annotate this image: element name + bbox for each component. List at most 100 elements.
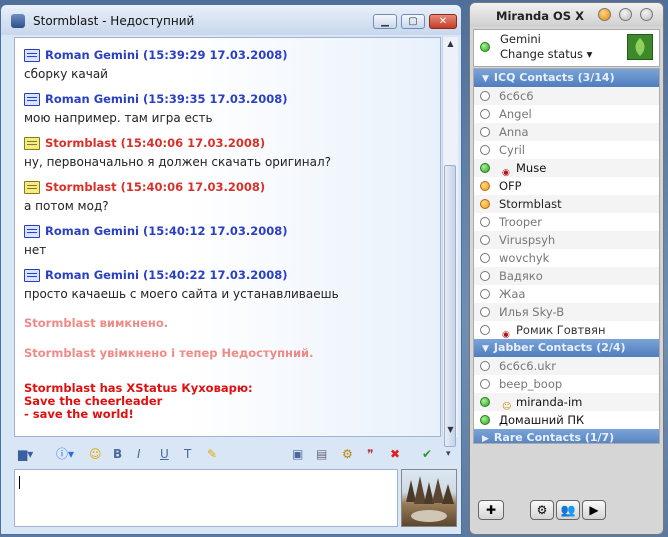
options-icon[interactable]: ⚙ [530,500,554,520]
chat-titlebar[interactable]: Stormblast - Недоступний ▁ ▢ ✕ [1,5,461,35]
group-collapsed-icon[interactable]: ▶ [482,430,489,443]
contact-item[interactable]: 6c6c6.ukr [474,357,659,375]
online-status-icon [480,42,490,52]
contact-name: Anna [499,125,529,139]
group-expanded-icon[interactable]: ▼ [482,340,489,358]
chat-message: Roman Gemini (15:40:22 17.03.2008) просто… [24,264,440,308]
italic-icon[interactable]: I [137,446,141,462]
contact-item[interactable]: Илья Sky-B [474,303,659,321]
chat-message: Roman Gemini (15:39:29 17.03.2008) сборку… [24,44,440,88]
message-sender-time: Roman Gemini (15:40:12 17.03.2008) [45,224,288,238]
my-status-panel[interactable]: Gemini Change status ▾ [473,29,660,67]
message-text: просто качаешь с моего сайта и устанавли… [24,287,339,301]
message-sender-time: Stormblast (15:40:06 17.03.2008) [45,180,266,194]
my-avatar[interactable] [627,34,653,60]
offline-status-icon [480,253,490,263]
info-icon[interactable]: ⓘ▾ [56,446,74,462]
contact-name: Жаа [499,287,526,301]
maximize-button[interactable]: ▢ [401,14,425,29]
contact-item[interactable]: Домашний ПК [474,411,659,429]
chat-title: Stormblast - Недоступний [33,14,195,28]
message-text: а потом мод? [24,199,109,213]
contact-name: wovchyk [499,251,550,265]
chat-message: Roman Gemini (15:39:35 17.03.2008) мою на… [24,88,440,132]
log-scrollbar[interactable]: ▲ ▼ [442,37,458,447]
group-expanded-icon[interactable]: ▼ [482,70,489,88]
contact-item[interactable]: 6c6c6 [474,87,659,105]
contact-item[interactable]: Viruspsyh [474,231,659,249]
cancel-icon[interactable]: ✖ [390,446,400,462]
message-input[interactable] [14,469,398,527]
add-contact-button[interactable]: ✚ [478,500,504,520]
message-text: нет [24,243,47,257]
history-icon[interactable]: ▤ [316,446,327,462]
smiley-icon[interactable]: ☺ [89,446,102,462]
chat-message: Roman Gemini (15:40:12 17.03.2008) нет [24,220,440,264]
message-toolbar: ▆▾ ⓘ▾ ☺ B I U T ✎ ▣ ▤ ⚙ ❞ ✖ ✔ ▾ [14,442,457,468]
scroll-up-arrow[interactable]: ▲ [443,37,458,51]
contact-item[interactable]: Cyril [474,141,659,159]
contact-item[interactable]: beep_boop [474,375,659,393]
contact-group: 6c6c6.ukr beep_boop ☺ miranda-im Домашний ПК [474,357,659,429]
contact-list[interactable]: ▼ ICQ Contacts (3/14) 6c6c6 Angel Anna Cyril ◉… [473,68,660,444]
maximize-button[interactable] [619,8,632,21]
contact-item[interactable]: Trooper [474,213,659,231]
close-button[interactable]: ✕ [429,14,457,29]
online-status-icon [480,397,490,407]
clist-titlebar[interactable]: Miranda OS X [470,3,663,27]
contact-group-header[interactable]: ▶ Rare Contacts (1/7) [474,429,659,443]
bold-icon[interactable]: B [113,446,122,462]
message-icon [24,224,40,238]
history-lightbulb-icon[interactable]: ✎ [207,446,217,462]
my-nickname: Gemini [500,32,541,46]
protocol-menu-icon[interactable]: ▆▾ [18,446,33,462]
avatar-toggle-icon[interactable]: ▣ [292,446,303,462]
offline-status-icon [480,145,490,155]
status-event: Stormblast увімкнено і тепер Недоступний… [24,346,314,360]
scroll-down-arrow[interactable]: ▼ [443,423,458,437]
video-icon[interactable]: ▶ [582,500,606,520]
chat-message: Stormblast (15:40:06 17.03.2008) а потом … [24,176,440,220]
contact-item[interactable]: Angel [474,105,659,123]
scroll-thumb[interactable] [444,165,456,447]
contact-item[interactable]: Жаа [474,285,659,303]
offline-status-icon [480,217,490,227]
contact-item[interactable]: Anna [474,123,659,141]
message-icon [24,92,40,106]
settings-icon[interactable]: ⚙ [342,446,353,462]
message-header: Roman Gemini (15:39:29 17.03.2008) [24,44,440,66]
message-header: Roman Gemini (15:39:35 17.03.2008) [24,88,440,110]
quote-icon[interactable]: ❞ [367,446,373,462]
close-button[interactable] [640,8,653,21]
contact-item[interactable]: ◉ Ромик Говтвян [474,321,659,340]
message-header: Stormblast (15:40:06 17.03.2008) [24,176,440,198]
status-event: Stormblast вимкнено. [24,316,169,330]
contact-item[interactable]: Вадяко [474,267,659,285]
send-dropdown-icon[interactable]: ▾ [446,446,451,462]
contact-item[interactable]: OFP [474,177,659,195]
contact-group-header[interactable]: ▼ ICQ Contacts (3/14) [474,69,659,87]
contact-item[interactable]: wovchyk [474,249,659,267]
contact-item[interactable]: Stormblast [474,195,659,213]
groups-icon[interactable]: 👥 [556,500,580,520]
send-icon[interactable]: ✔ [422,446,432,462]
contact-name: Muse [516,161,547,175]
message-text: мою например. там игра есть [24,111,213,125]
contact-item[interactable]: ◉ Muse [474,159,659,178]
contact-name: beep_boop [499,377,563,391]
message-header: Roman Gemini (15:40:22 17.03.2008) [24,264,440,286]
minimize-button[interactable]: ▁ [373,14,397,29]
message-text: ну, первоначально я должен скачать ориги… [24,155,332,169]
message-log[interactable]: Roman Gemini (15:39:29 17.03.2008) сборку… [14,37,441,437]
contact-name: Cyril [499,143,525,157]
minimize-button[interactable] [598,8,611,21]
message-icon [24,48,40,62]
message-text: сборку качай [24,67,108,81]
online-status-icon [480,415,490,425]
chat-message: Stormblast (15:40:06 17.03.2008) ну, перв… [24,132,440,176]
font-color-icon[interactable]: T [184,446,191,462]
underline-icon[interactable]: U [160,446,169,462]
contact-group-header[interactable]: ▼ Jabber Contacts (2/4) [474,339,659,357]
change-status-dropdown[interactable]: Change status ▾ [500,47,592,61]
contact-item[interactable]: ☺ miranda-im [474,393,659,412]
